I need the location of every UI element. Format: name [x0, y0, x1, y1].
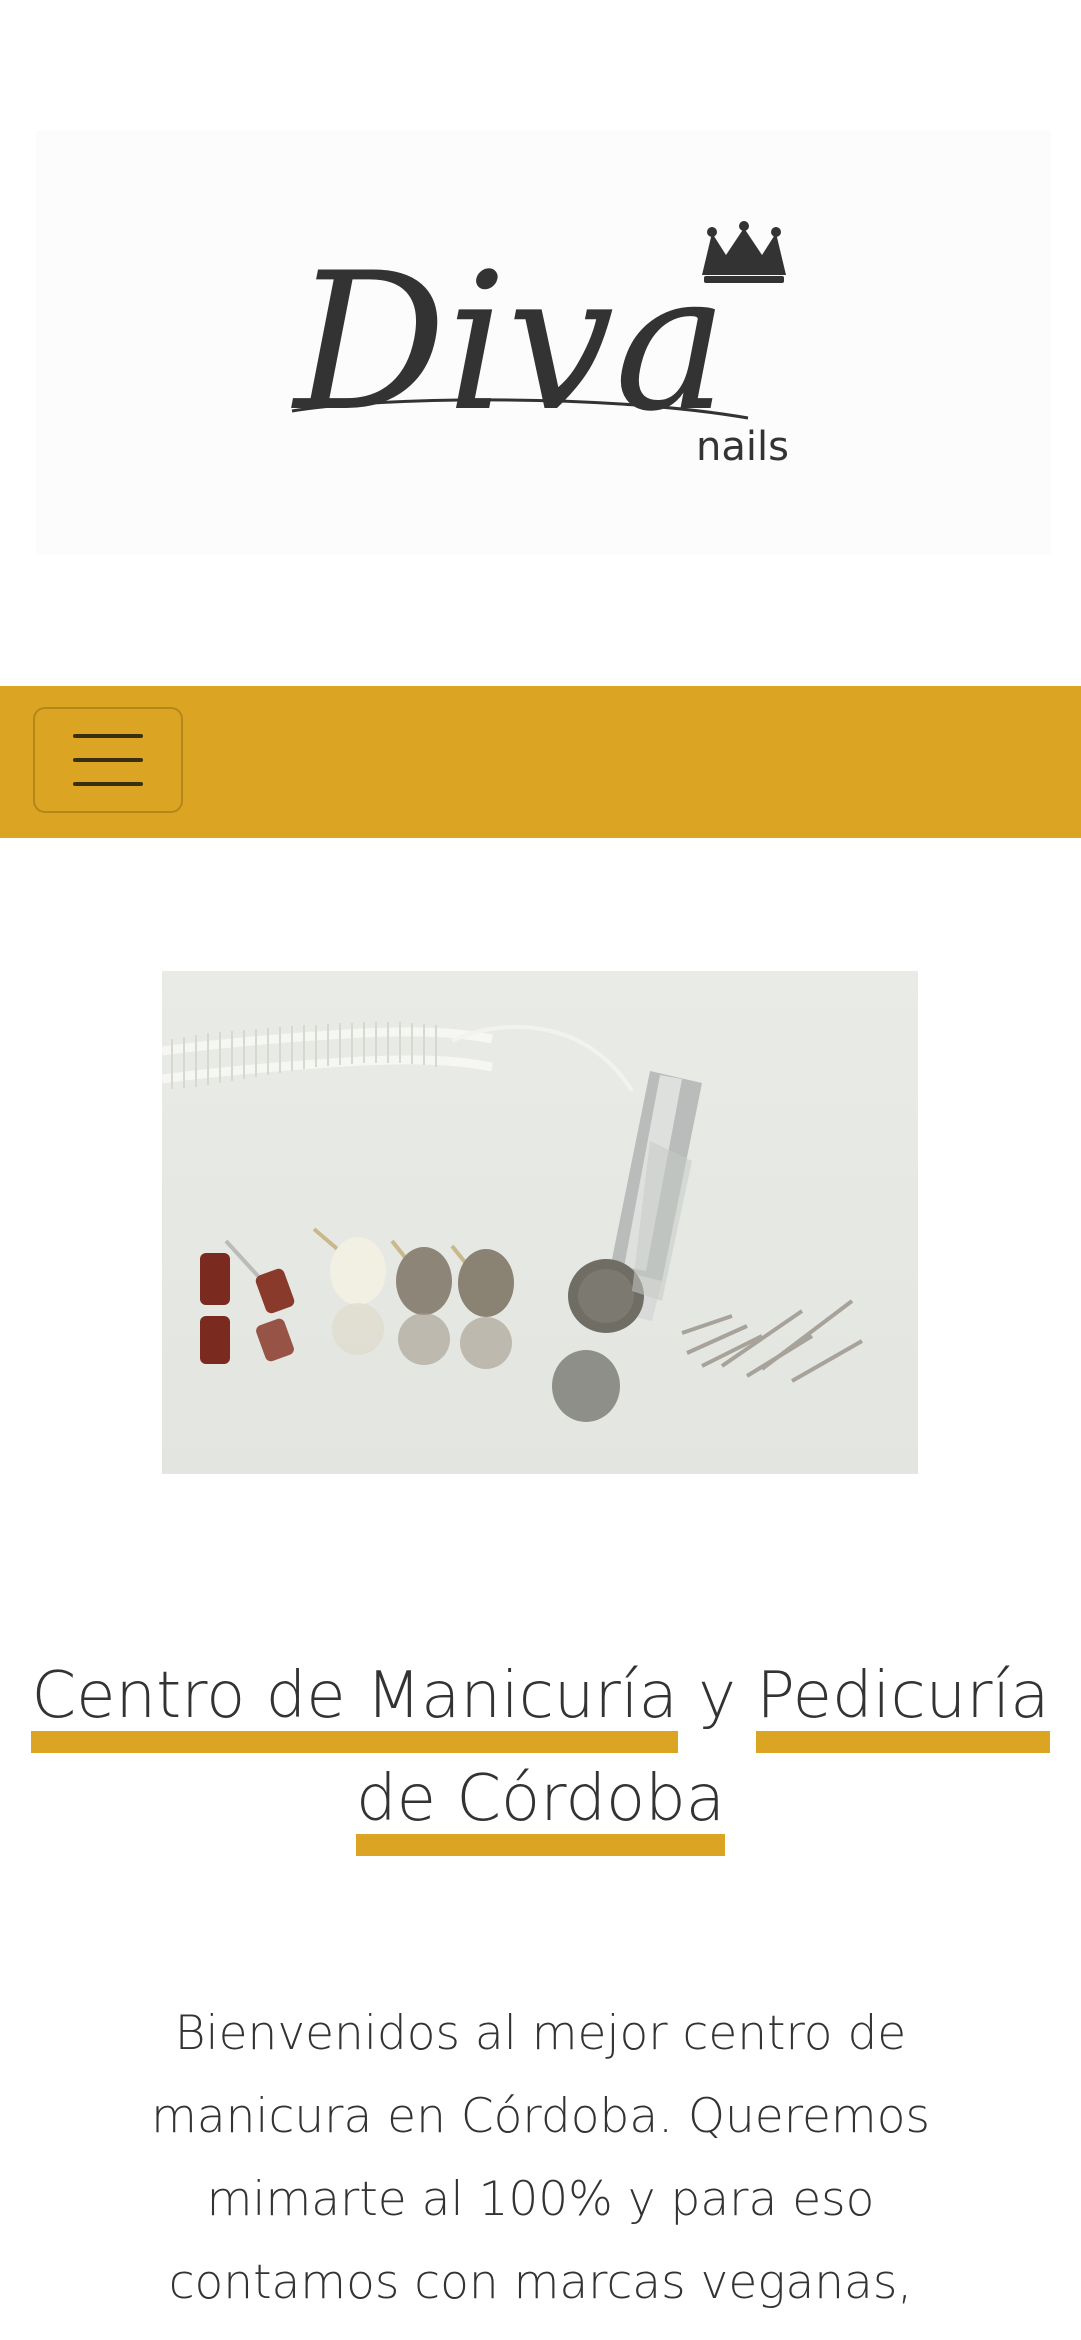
drill-handpiece — [552, 1071, 702, 1422]
intro-paragraph: Bienvenidos al mejor centro de manicura … — [151, 2006, 930, 2340]
mounted-stones — [312, 1227, 514, 1369]
navbar — [0, 686, 1081, 838]
menu-toggle-button[interactable] — [33, 707, 183, 813]
title-link-manicuria[interactable]: Centro de Manicuría — [31, 1661, 678, 1753]
logo-graphic: Diva nails — [291, 221, 789, 470]
hero-image — [162, 971, 918, 1474]
title-link-cordoba[interactable]: de Córdoba — [356, 1764, 725, 1856]
title-link-pedicuria[interactable]: Pedicuría — [756, 1661, 1050, 1753]
drill-bits — [681, 1299, 863, 1383]
page: Diva nails Centro de Manicuría y Pedicur… — [0, 0, 1081, 2340]
sanding-bands — [200, 1239, 295, 1364]
title-connector: y — [677, 1659, 757, 1733]
hamburger-icon — [73, 734, 143, 786]
logo-sub-text: nails — [696, 424, 789, 470]
logo-script-text: Diva — [291, 232, 728, 453]
page-title: Centro de Manicuría y Pedicuría de Córdo… — [0, 1650, 1081, 1856]
nail-drill-photo — [162, 1022, 863, 1422]
page-title-line-1: Centro de Manicuría y Pedicuría — [0, 1650, 1081, 1753]
page-title-line-2: de Córdoba — [0, 1753, 1081, 1856]
site-logo[interactable]: Diva nails — [36, 130, 1051, 555]
